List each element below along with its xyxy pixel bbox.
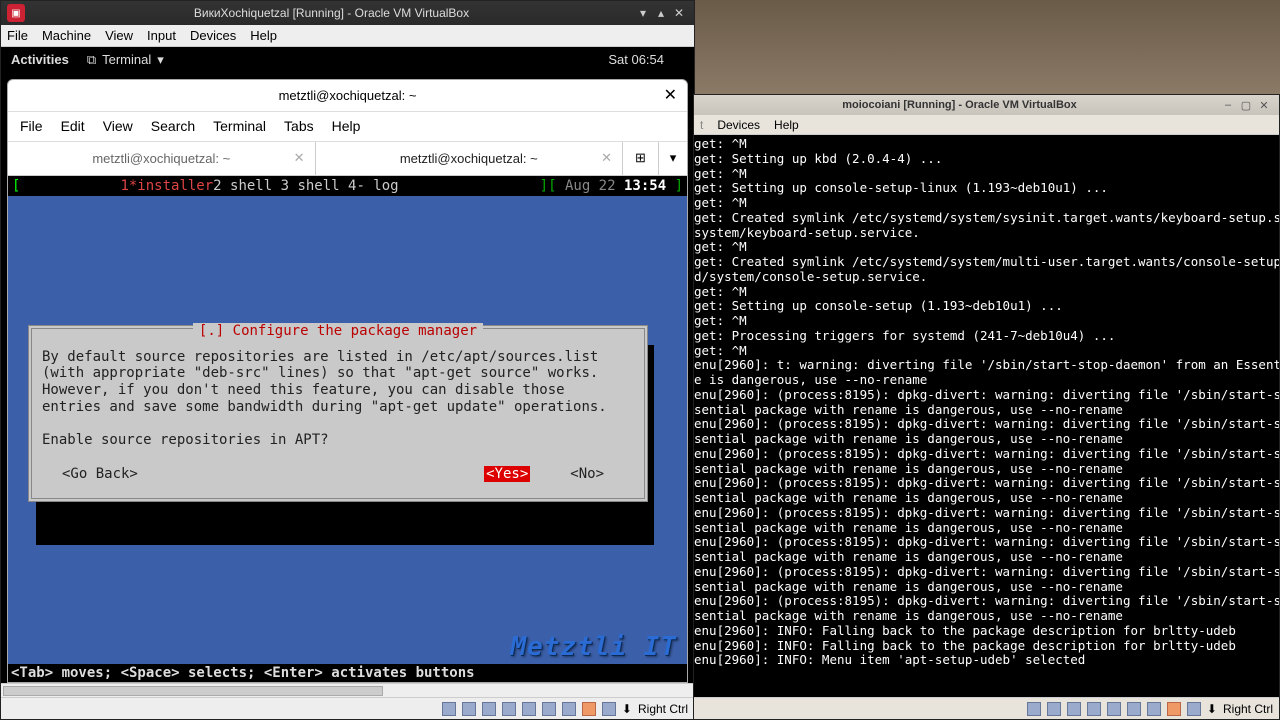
- installer-dialog-title: [.] Configure the package manager: [193, 323, 483, 339]
- hostkey-label: Right Ctrl: [638, 702, 688, 716]
- terminal-tabbar: metztli@xochiquetzal: ~ ✕ metztli@xochiq…: [8, 142, 687, 176]
- vm-window-xochiquetzal: ▣ ВикиXochiquetzal [Running] - Oracle VM…: [0, 0, 695, 720]
- installer-footer-hint: <Tab> moves; <Space> selects; <Enter> ac…: [8, 664, 687, 682]
- minimize-icon[interactable]: ▾: [634, 6, 652, 20]
- status-shared-icon[interactable]: [1127, 702, 1141, 716]
- installer-dialog-body: By default source repositories are liste…: [42, 349, 634, 448]
- terminal-close-icon[interactable]: ✕: [664, 85, 677, 105]
- vm2-titlebar[interactable]: moiocoiani [Running] - Oracle VM Virtual…: [694, 95, 1279, 115]
- close-icon[interactable]: ✕: [670, 6, 688, 20]
- tab-label: metztli@xochiquetzal: ~: [92, 151, 230, 166]
- tmux-window-current: 1*installer: [120, 178, 213, 194]
- menu-file[interactable]: File: [7, 28, 28, 43]
- vm1-statusbar: ⬇ Right Ctrl: [1, 697, 694, 719]
- status-display-icon[interactable]: [562, 702, 576, 716]
- vm1-titlebar[interactable]: ▣ ВикиXochiquetzal [Running] - Oracle VM…: [1, 1, 694, 25]
- tab-close-icon[interactable]: ✕: [294, 150, 305, 166]
- term-menu-file[interactable]: File: [20, 118, 43, 134]
- terminal-window: metztli@xochiquetzal: ~ ✕ File Edit View…: [7, 79, 688, 683]
- status-network-icon[interactable]: [1087, 702, 1101, 716]
- desktop-background-strip: [695, 0, 1280, 94]
- menu-input[interactable]: Input: [147, 28, 176, 43]
- terminal-tab-2[interactable]: metztli@xochiquetzal: ~ ✕: [316, 142, 624, 175]
- vm2-console-output[interactable]: get: ^M get: Setting up kbd (2.0.4-4) ..…: [694, 135, 1279, 697]
- installer-button-row: <Go Back> <Yes> <No>: [42, 466, 634, 482]
- menu-help[interactable]: Help: [774, 118, 799, 132]
- debian-installer-screen: [.] Configure the package manager By def…: [28, 325, 667, 682]
- status-cpu-icon[interactable]: [602, 702, 616, 716]
- horizontal-scrollbar[interactable]: [1, 683, 694, 697]
- current-app-indicator[interactable]: ⧉ Terminal ▾: [87, 52, 164, 68]
- term-menu-view[interactable]: View: [103, 118, 133, 134]
- menu-devices[interactable]: Devices: [190, 28, 236, 43]
- term-menu-search[interactable]: Search: [151, 118, 195, 134]
- minimize-icon[interactable]: –: [1219, 99, 1237, 111]
- vm1-menubar: File Machine View Input Devices Help: [1, 25, 694, 47]
- term-menu-edit[interactable]: Edit: [61, 118, 85, 134]
- terminal-menubar: File Edit View Search Terminal Tabs Help: [8, 112, 687, 142]
- go-back-button[interactable]: <Go Back>: [62, 466, 138, 482]
- status-hdd-icon[interactable]: [1027, 702, 1041, 716]
- maximize-icon[interactable]: ▢: [1237, 99, 1255, 112]
- status-audio-icon[interactable]: [1067, 702, 1081, 716]
- terminal-viewport[interactable]: [ 1*installer 2 shell 3 shell 4- log ][ …: [8, 176, 687, 682]
- menu-help[interactable]: Help: [250, 28, 277, 43]
- term-menu-help[interactable]: Help: [332, 118, 361, 134]
- tab-close-icon[interactable]: ✕: [601, 150, 612, 166]
- close-icon[interactable]: ✕: [1255, 99, 1273, 112]
- status-optical-icon[interactable]: [1047, 702, 1061, 716]
- status-hdd-icon[interactable]: [442, 702, 456, 716]
- status-record-icon[interactable]: [582, 702, 596, 716]
- current-app-label: Terminal: [102, 52, 151, 67]
- status-usb-icon[interactable]: [522, 702, 536, 716]
- watermark-text: Metztli IT: [510, 632, 677, 662]
- status-audio-icon[interactable]: [482, 702, 496, 716]
- menu-devices[interactable]: Devices: [717, 118, 760, 132]
- status-cpu-icon[interactable]: [1187, 702, 1201, 716]
- status-usb-icon[interactable]: [1107, 702, 1121, 716]
- installer-dialog: [.] Configure the package manager By def…: [28, 325, 648, 502]
- vm2-statusbar: ⬇ Right Ctrl: [694, 697, 1279, 719]
- no-button[interactable]: <No>: [570, 466, 604, 482]
- status-shared-icon[interactable]: [542, 702, 556, 716]
- terminal-tab-1[interactable]: metztli@xochiquetzal: ~ ✕: [8, 142, 316, 175]
- status-optical-icon[interactable]: [462, 702, 476, 716]
- gnome-top-bar: Activities ⧉ Terminal ▾ Sat 06:54: [1, 47, 694, 73]
- tab-label: metztli@xochiquetzal: ~: [400, 151, 538, 166]
- tmux-bracket: [: [12, 178, 20, 194]
- hostkey-label: Right Ctrl: [1223, 702, 1273, 716]
- status-record-icon[interactable]: [1167, 702, 1181, 716]
- scrollbar-thumb[interactable]: [3, 686, 383, 696]
- activities-button[interactable]: Activities: [11, 52, 69, 67]
- term-menu-terminal[interactable]: Terminal: [213, 118, 266, 134]
- terminal-icon: ⧉: [87, 52, 96, 68]
- new-tab-button[interactable]: ⊞: [623, 142, 659, 175]
- tmux-clock: ][ Aug 22 13:54 ]: [540, 178, 683, 194]
- term-menu-tabs[interactable]: Tabs: [284, 118, 314, 134]
- terminal-headerbar[interactable]: metztli@xochiquetzal: ~ ✕: [8, 80, 687, 112]
- arrow-down-icon: ⬇: [622, 702, 632, 716]
- status-network-icon[interactable]: [502, 702, 516, 716]
- gnome-clock[interactable]: Sat 06:54: [608, 52, 664, 67]
- status-display-icon[interactable]: [1147, 702, 1161, 716]
- vm2-menubar: t Devices Help: [694, 115, 1279, 135]
- tmux-status-bar: [ 1*installer 2 shell 3 shell 4- log ][ …: [8, 176, 687, 196]
- virtualbox-icon: ▣: [7, 4, 25, 22]
- vm1-title: ВикиXochiquetzal [Running] - Oracle VM V…: [29, 6, 634, 20]
- yes-button[interactable]: <Yes>: [484, 466, 530, 482]
- menu-machine[interactable]: Machine: [42, 28, 91, 43]
- tmux-windows: 2 shell 3 shell 4- log: [213, 178, 398, 194]
- vm-window-moiocoiani: moiocoiani [Running] - Oracle VM Virtual…: [693, 94, 1280, 720]
- vm2-title: moiocoiani [Running] - Oracle VM Virtual…: [700, 99, 1219, 111]
- terminal-title: metztli@xochiquetzal: ~: [279, 88, 417, 103]
- arrow-down-icon: ⬇: [1207, 702, 1217, 716]
- menu-view[interactable]: View: [105, 28, 133, 43]
- tab-dropdown-icon[interactable]: ▾: [659, 142, 687, 175]
- maximize-icon[interactable]: ▴: [652, 6, 670, 20]
